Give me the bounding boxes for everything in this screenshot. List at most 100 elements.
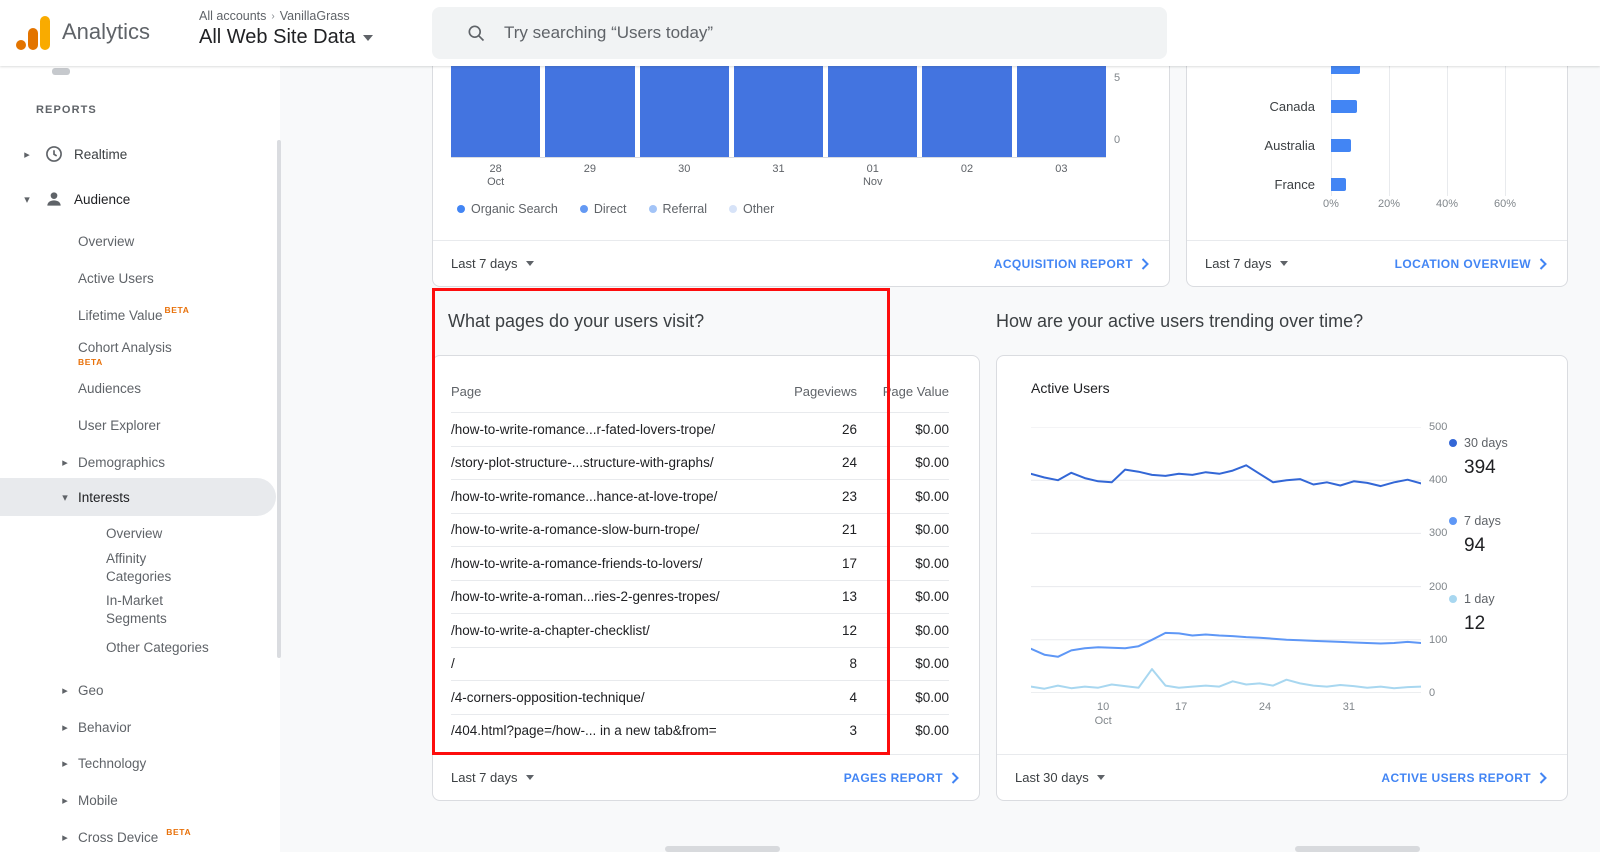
breadcrumb-all-accounts[interactable]: All accounts [199,9,266,23]
pageviews-value: 23 [841,488,857,504]
cut-off-text [665,846,780,852]
bar [1331,66,1360,74]
nav-label: Cohort Analysis [78,339,172,355]
date-range-label: Last 30 days [1015,770,1089,785]
legend-label: Direct [593,202,627,216]
property-selector[interactable]: All Web Site Data [199,26,374,49]
cut-off-nav-item [52,68,70,75]
legend-dot-icon [648,205,657,213]
legend-entry: 30 days 394 [1449,436,1508,479]
chevron-right-icon [1539,257,1547,270]
breadcrumb-separator-icon: › [271,10,275,22]
pages-report-link[interactable]: PAGES REPORT [844,771,959,785]
sidebar-item-cohort-analysis[interactable]: Cohort Analysis BETA [0,330,280,376]
collapsed-arrow-icon: ▸ [62,794,68,807]
sidebar-item-active-users[interactable]: Active Users [0,261,280,295]
legend-dot-icon [728,205,737,213]
nav-label: Technology [78,755,147,771]
nav-label: Mobile [78,792,118,808]
page-path: /story-plot-structure-...structure-with-… [451,455,714,471]
sidebar-item-behavior[interactable]: ▸ Behavior [0,708,280,746]
active-users-report-link[interactable]: ACTIVE USERS REPORT [1381,771,1547,785]
report-link-label: PAGES REPORT [843,770,943,785]
person-icon [44,189,64,209]
country-label: Canada [1269,99,1315,114]
search-input[interactable] [504,23,1167,43]
sidebar-item-interests[interactable]: ▾ Interests [0,478,276,516]
expanded-arrow-icon: ▾ [62,491,68,504]
location-card-footer: Last 7 days LOCATION OVERVIEW [1187,240,1567,286]
legend-dot-icon [1449,595,1457,603]
sidebar-item-geo[interactable]: ▸ Geo [0,671,280,709]
sidebar-item-affinity-categories[interactable]: Affinity Categories [0,548,280,590]
nav-label: Lifetime Value [78,307,163,323]
date-range-selector[interactable]: Last 7 days [451,256,534,271]
sidebar-item-in-market-segments[interactable]: In-Market Segments [0,590,280,632]
x-tick-label: 28 Oct [487,163,505,188]
gridline [1389,66,1390,196]
pageviews-value: 24 [841,455,857,471]
sidebar-item-audience[interactable]: ▾ Audience [0,180,280,218]
sidebar-item-cross-device[interactable]: ▸ Cross Device BETA [0,818,280,852]
search-bar[interactable] [432,7,1167,59]
x-tick-label: 40% [1435,198,1459,210]
active-users-question-title: How are your active users trending over … [996,311,1364,331]
acquisition-xticks: 28 Oct 29 30 31 01 Nov 02 03 [451,163,1106,189]
bar [828,66,918,157]
x-tick-label: 02 [960,163,974,175]
cut-off-text [1295,846,1420,852]
sidebar-item-audiences[interactable]: Audiences [0,371,280,405]
nav-label: Cross Device [78,829,159,845]
nav-label: Overview [106,525,163,541]
clock-icon [44,144,64,164]
sidebar-item-demographics[interactable]: ▸ Demographics [0,443,280,481]
acquisition-report-link[interactable]: ACQUISITION REPORT [994,257,1149,271]
acquisition-bars [451,66,1106,157]
sidebar-item-overview[interactable]: Overview [0,224,280,258]
chevron-right-icon [1141,257,1149,270]
x-tick-label: 31 [1342,701,1355,713]
active-users-svg [1031,427,1421,693]
sidebar-item-user-explorer[interactable]: User Explorer [0,408,280,442]
table-row: /how-to-write-romance...hance-at-love-tr… [451,479,949,513]
y-tick-label: 5 [1114,72,1121,84]
location-overview-link[interactable]: LOCATION OVERVIEW [1395,257,1547,271]
app-name: Analytics [62,19,151,44]
property-selector-label: All Web Site Data [199,26,356,48]
legend-label: 1 day [1464,592,1495,606]
sidebar-item-other-categories[interactable]: Other Categories [0,632,280,662]
sidebar-item-lifetime-value[interactable]: Lifetime Value BETA [0,298,280,332]
expanded-arrow-icon: ▾ [24,193,30,206]
date-range-selector[interactable]: Last 7 days [1205,256,1288,271]
gridline [1505,66,1506,196]
legend-item: Direct [579,202,627,216]
gridline [1331,66,1332,196]
active-users-card-footer: Last 30 days ACTIVE USERS REPORT [997,754,1567,800]
x-tick-label: 60% [1493,198,1517,210]
pageviews-value: 21 [841,522,857,538]
x-tick-label: 30 [678,163,691,175]
nav-label: Audience [74,191,131,207]
bar [1331,100,1358,113]
collapsed-arrow-icon: ▸ [62,831,68,844]
chevron-down-icon [363,34,374,41]
sidebar-item-interests-overview[interactable]: Overview [0,518,280,548]
legend-value: 94 [1464,535,1486,556]
table-row: /how-to-write-romance...r-fated-lovers-t… [451,412,949,446]
breadcrumb-account[interactable]: VanillaGrass [280,9,350,23]
sidebar-item-technology[interactable]: ▸ Technology [0,744,280,782]
nav-label: Active Users [78,270,154,286]
google-analytics-logo-icon[interactable] [16,15,56,51]
sidebar-item-realtime[interactable]: ▸ Realtime [0,135,280,173]
sidebar-scrollbar[interactable] [277,140,281,658]
breadcrumb[interactable]: All accounts › VanillaGrass [199,9,373,23]
legend-item: Organic Search [457,202,558,216]
page-value: $0.00 [915,622,949,638]
date-range-selector[interactable]: Last 30 days [1015,770,1105,785]
date-range-selector[interactable]: Last 7 days [451,770,534,785]
sidebar-item-mobile[interactable]: ▸ Mobile [0,781,280,819]
country-label: France [1274,177,1315,192]
chart-title: Active Users [1031,380,1110,396]
page-value: $0.00 [915,589,949,605]
beta-badge: BETA [164,305,190,315]
